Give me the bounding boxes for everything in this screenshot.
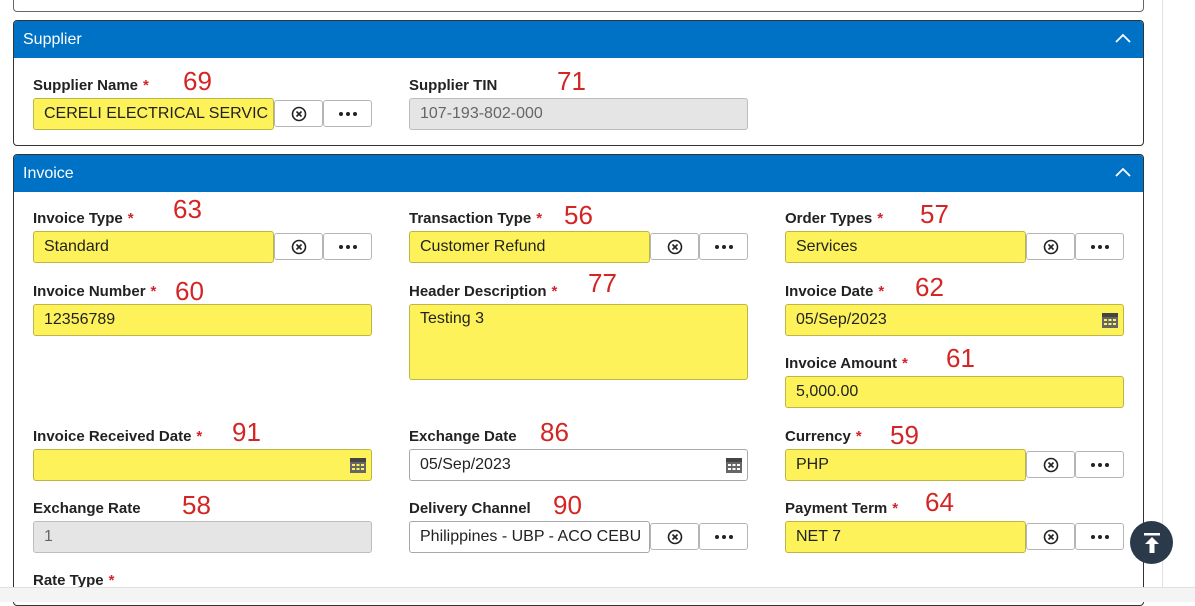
invoice-type-field[interactable]: Standard [33, 231, 274, 263]
invoice-received-date-label: Invoice Received Date * [33, 428, 203, 445]
calendar-icon[interactable] [1101, 311, 1119, 329]
ellipsis-icon [1090, 534, 1109, 539]
exchange-date-field[interactable]: 05/Sep/2023 [409, 449, 748, 481]
clear-circle-x-icon [1043, 529, 1058, 544]
delivery-channel-field[interactable]: Philippines - UBP - ACO CEBU [409, 521, 650, 553]
annotation-57: 57 [920, 199, 949, 229]
annotation-58: 58 [182, 490, 211, 520]
annotation-59: 59 [890, 420, 919, 450]
ellipsis-icon [1090, 462, 1109, 467]
annotation-63: 63 [173, 194, 202, 224]
order-types-lookup-button[interactable] [1075, 233, 1124, 260]
annotation-62: 62 [915, 272, 944, 302]
supplier-name-clear-button[interactable] [274, 100, 323, 127]
supplier-name-label: Supplier Name * [33, 77, 149, 94]
chevron-up-icon[interactable] [1115, 166, 1131, 180]
annotation-77: 77 [588, 268, 617, 298]
clear-circle-x-icon [667, 239, 682, 254]
ellipsis-icon [1090, 244, 1109, 249]
transaction-type-clear-button[interactable] [650, 233, 699, 260]
invoice-type-clear-button[interactable] [274, 233, 323, 260]
annotation-91: 91 [232, 417, 261, 447]
invoice-panel-title: Invoice [23, 165, 74, 182]
supplier-name-lookup-button[interactable] [323, 100, 372, 127]
transaction-type-label: Transaction Type * [409, 210, 543, 227]
payment-term-label: Payment Term * [785, 500, 899, 517]
calendar-icon[interactable] [725, 456, 743, 474]
exchange-date-label: Exchange Date [409, 428, 517, 445]
delivery-channel-label: Delivery Channel [409, 500, 531, 517]
order-types-clear-button[interactable] [1026, 233, 1075, 260]
delivery-channel-lookup-button[interactable] [699, 523, 748, 550]
invoice-date-field[interactable]: 05/Sep/2023 [785, 304, 1124, 336]
clear-circle-x-icon [667, 529, 682, 544]
clear-circle-x-icon [291, 106, 306, 121]
payment-term-field[interactable]: NET 7 [785, 521, 1026, 553]
supplier-panel-title: Supplier [23, 31, 82, 48]
invoice-type-lookup-button[interactable] [323, 233, 372, 260]
ellipsis-icon [338, 111, 357, 116]
annotation-90: 90 [553, 490, 582, 520]
transaction-type-lookup-button[interactable] [699, 233, 748, 260]
header-description-textarea[interactable]: Testing 3 [409, 304, 748, 380]
annotation-61: 61 [946, 343, 975, 373]
payment-term-lookup-button[interactable] [1075, 523, 1124, 550]
transaction-type-field[interactable]: Customer Refund [409, 231, 650, 263]
invoice-amount-label: Invoice Amount * [785, 355, 908, 372]
page-footer-bar [0, 587, 1195, 602]
annotation-86: 86 [540, 417, 569, 447]
currency-lookup-button[interactable] [1075, 451, 1124, 478]
ellipsis-icon [338, 244, 357, 249]
currency-clear-button[interactable] [1026, 451, 1075, 478]
order-types-field[interactable]: Services [785, 231, 1026, 263]
clear-circle-x-icon [1043, 457, 1058, 472]
previous-panel-bottom [13, 0, 1144, 12]
supplier-tin-label: Supplier TIN [409, 77, 498, 94]
invoice-panel-header[interactable]: Invoice [14, 155, 1143, 192]
chevron-up-icon[interactable] [1115, 32, 1131, 46]
calendar-icon[interactable] [349, 456, 367, 474]
invoice-number-label: Invoice Number * [33, 283, 157, 300]
annotation-60: 60 [175, 276, 204, 306]
currency-field[interactable]: PHP [785, 449, 1026, 481]
currency-label: Currency * [785, 428, 862, 445]
supplier-tin-field: 107-193-802-000 [409, 98, 748, 130]
invoice-date-label: Invoice Date * [785, 283, 885, 300]
supplier-panel-header[interactable]: Supplier [14, 21, 1143, 58]
invoice-amount-field[interactable]: 5,000.00 [785, 376, 1124, 408]
exchange-rate-label: Exchange Rate [33, 500, 141, 517]
invoice-number-field[interactable]: 12356789 [33, 304, 372, 336]
page-scrollbar[interactable] [1162, 0, 1195, 601]
annotation-56: 56 [564, 200, 593, 230]
exchange-rate-field: 1 [33, 521, 372, 553]
annotation-71: 71 [557, 66, 586, 96]
payment-term-clear-button[interactable] [1026, 523, 1075, 550]
delivery-channel-clear-button[interactable] [650, 523, 699, 550]
ellipsis-icon [714, 534, 733, 539]
supplier-name-field[interactable]: CERELI ELECTRICAL SERVIC [33, 98, 274, 130]
annotation-69: 69 [183, 66, 212, 96]
header-description-label: Header Description * [409, 283, 558, 300]
order-types-label: Order Types * [785, 210, 884, 227]
annotation-64: 64 [925, 487, 954, 517]
clear-circle-x-icon [291, 239, 306, 254]
invoice-received-date-field[interactable] [33, 449, 372, 481]
ellipsis-icon [714, 244, 733, 249]
invoice-type-label: Invoice Type * [33, 210, 134, 227]
scroll-to-top-icon [1143, 532, 1160, 553]
clear-circle-x-icon [1043, 239, 1058, 254]
scroll-to-top-button[interactable] [1130, 521, 1173, 564]
